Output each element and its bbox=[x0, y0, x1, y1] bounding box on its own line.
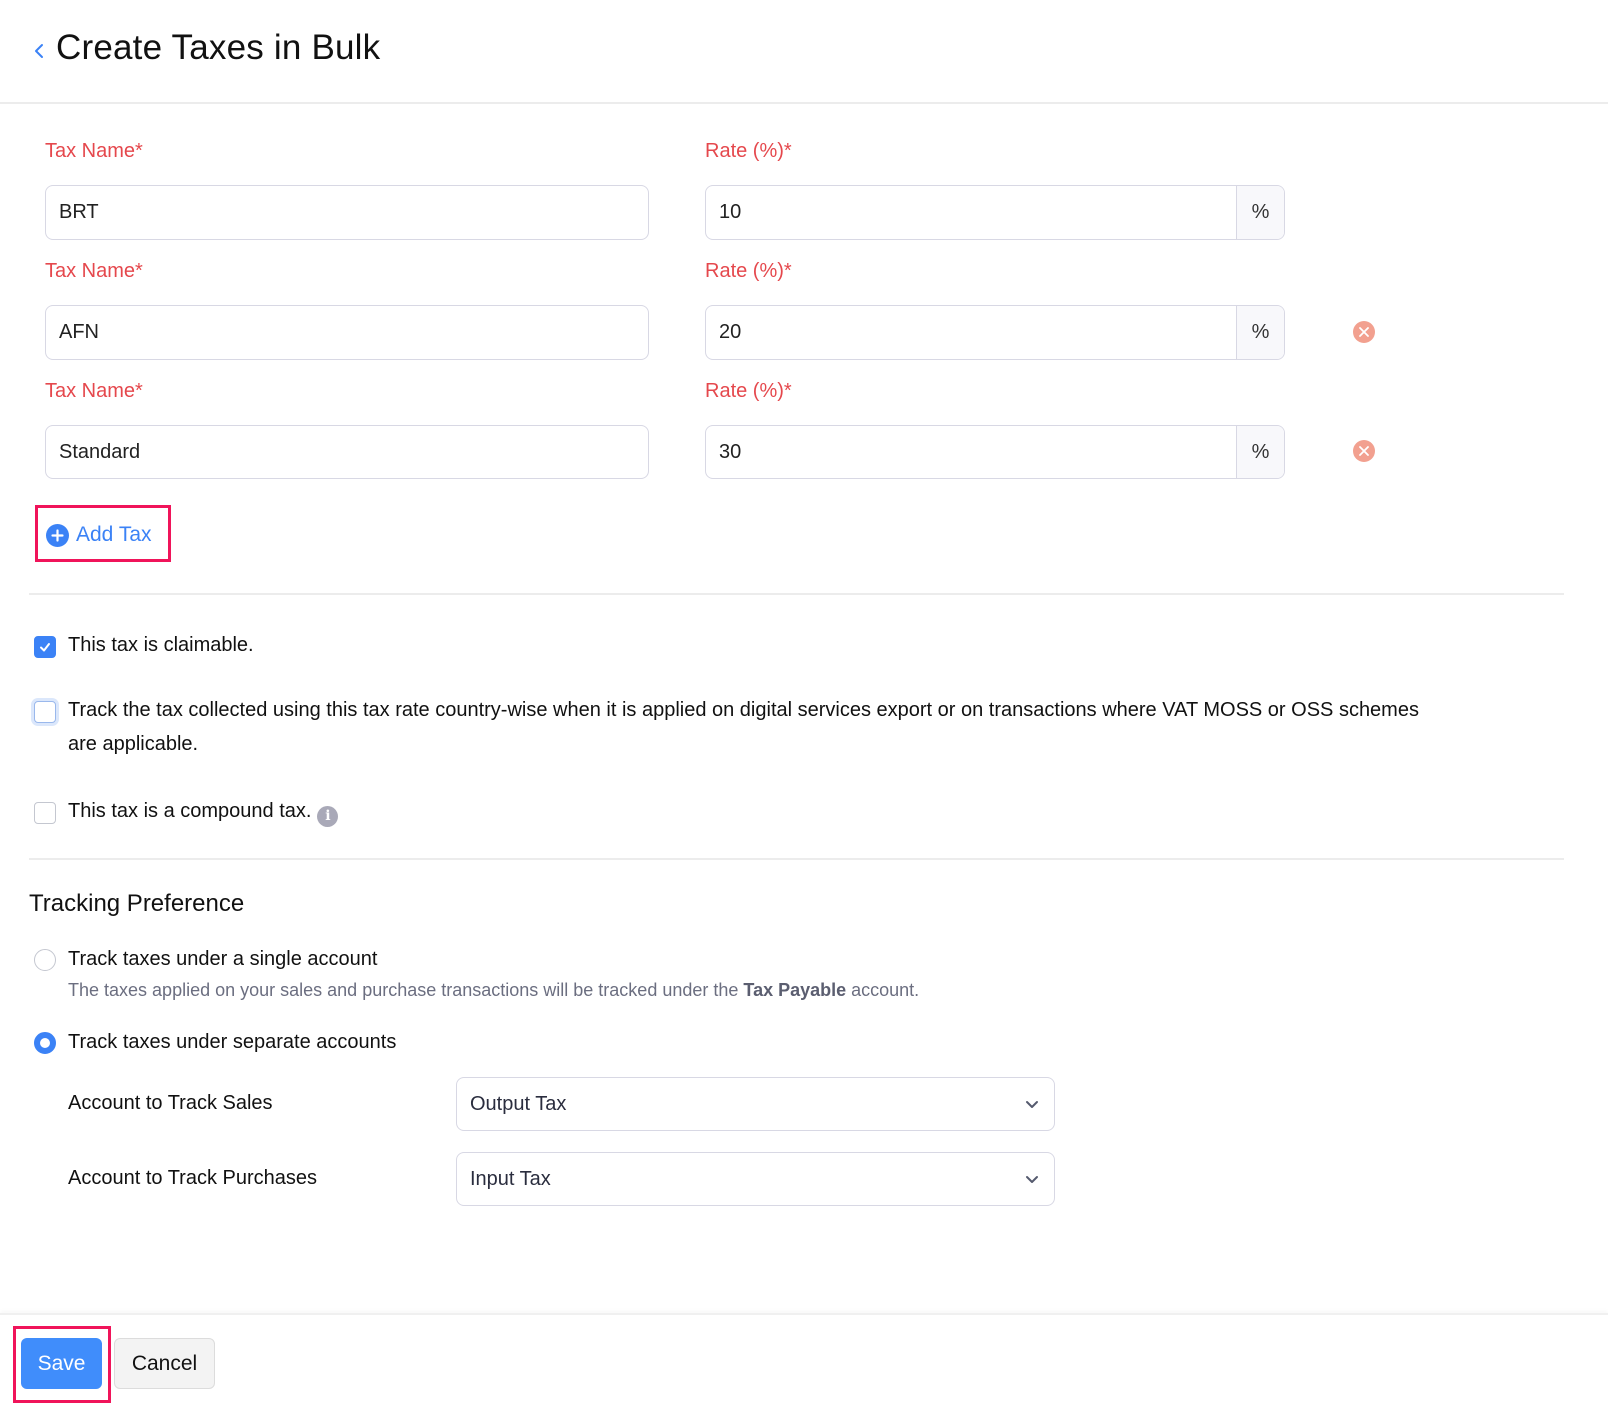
tax-name-label: Tax Name* bbox=[45, 140, 143, 162]
sales-account-label: Account to Track Sales bbox=[68, 1092, 273, 1114]
separate-accounts-label: Track taxes under separate accounts bbox=[68, 1031, 397, 1053]
compound-option: This tax is a compound tax. i bbox=[34, 799, 339, 828]
percent-suffix: % bbox=[1236, 306, 1284, 359]
chevron-down-icon bbox=[1026, 1176, 1038, 1183]
single-account-radio[interactable] bbox=[34, 948, 56, 971]
percent-suffix: % bbox=[1236, 426, 1284, 478]
tracking-preference-title: Tracking Preference bbox=[29, 890, 245, 917]
chevron-left-icon[interactable] bbox=[31, 38, 47, 64]
percent-suffix: % bbox=[1236, 186, 1284, 239]
page-header: Create Taxes in Bulk bbox=[0, 0, 1608, 104]
tax-name-label: Tax Name* bbox=[45, 380, 143, 402]
sales-account-value: Output Tax bbox=[470, 1092, 567, 1115]
rate-input[interactable]: 10 bbox=[706, 186, 1236, 239]
cancel-button[interactable]: Cancel bbox=[114, 1338, 215, 1389]
sales-account-select[interactable]: Output Tax bbox=[456, 1077, 1055, 1131]
form-footer bbox=[0, 1313, 1608, 1412]
purchases-account-value: Input Tax bbox=[470, 1167, 551, 1190]
rate-input[interactable]: 30 bbox=[706, 426, 1236, 478]
compound-checkbox[interactable] bbox=[34, 802, 56, 824]
separate-accounts-radio[interactable] bbox=[34, 1031, 56, 1054]
country-wise-checkbox[interactable] bbox=[34, 701, 56, 723]
single-account-label: Track taxes under a single account bbox=[68, 948, 378, 970]
plus-circle-icon bbox=[46, 523, 69, 547]
page-title: Create Taxes in Bulk bbox=[56, 28, 381, 67]
rate-input-group: 20 % bbox=[705, 305, 1285, 360]
single-account-option: Track taxes under a single account bbox=[34, 948, 377, 971]
compound-text: This tax is a compound tax. i bbox=[68, 794, 339, 828]
description-text: account. bbox=[846, 980, 920, 1000]
tax-payable-account-name: Tax Payable bbox=[743, 980, 847, 1000]
close-icon bbox=[1359, 327, 1369, 337]
country-wise-label: Track the tax collected using this tax r… bbox=[68, 699, 1419, 755]
tax-name-input[interactable]: BRT bbox=[45, 185, 649, 240]
close-icon bbox=[1359, 446, 1369, 456]
add-tax-button[interactable]: Add Tax bbox=[46, 523, 152, 547]
info-icon[interactable]: i bbox=[317, 805, 339, 827]
remove-tax-button[interactable] bbox=[1353, 440, 1375, 462]
description-text: The taxes applied on your sales and purc… bbox=[68, 980, 744, 1000]
single-account-description: The taxes applied on your sales and purc… bbox=[68, 980, 919, 1001]
rate-label: Rate (%)* bbox=[705, 260, 792, 282]
chevron-down-icon bbox=[1026, 1101, 1038, 1108]
purchases-account-label: Account to Track Purchases bbox=[68, 1167, 318, 1189]
purchases-account-select[interactable]: Input Tax bbox=[456, 1152, 1055, 1206]
rate-input-group: 10 % bbox=[705, 185, 1285, 240]
save-button[interactable]: Save bbox=[21, 1338, 102, 1389]
tax-name-input[interactable]: Standard bbox=[45, 425, 649, 479]
claimable-checkbox[interactable] bbox=[34, 636, 56, 658]
check-icon bbox=[40, 643, 50, 652]
divider bbox=[29, 858, 1564, 860]
rate-input-group: 30 % bbox=[705, 425, 1285, 479]
claimable-option: This tax is claimable. bbox=[34, 633, 254, 662]
rate-label: Rate (%)* bbox=[705, 380, 792, 402]
rate-label: Rate (%)* bbox=[705, 140, 792, 162]
tax-name-input[interactable]: AFN bbox=[45, 305, 649, 360]
rate-input[interactable]: 20 bbox=[706, 306, 1236, 359]
claimable-label: This tax is claimable. bbox=[68, 634, 254, 656]
add-tax-label: Add Tax bbox=[76, 523, 152, 546]
divider bbox=[29, 593, 1564, 595]
country-wise-option: Track the tax collected using this tax r… bbox=[34, 698, 1428, 761]
remove-tax-button[interactable] bbox=[1353, 321, 1375, 343]
tax-name-label: Tax Name* bbox=[45, 260, 143, 282]
separate-accounts-option: Track taxes under separate accounts bbox=[34, 1031, 396, 1054]
compound-label: This tax is a compound tax. bbox=[68, 800, 312, 822]
